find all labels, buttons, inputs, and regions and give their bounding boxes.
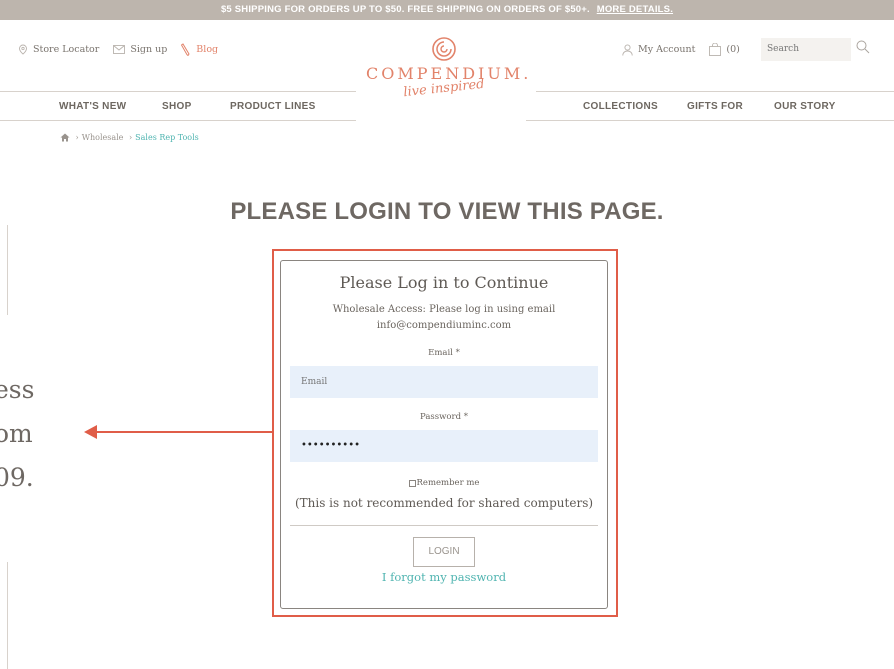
utility-nav-left: Store Locator Sign up Blog: [18, 43, 218, 56]
shopping-bag-icon: [709, 43, 722, 56]
breadcrumb: › Wholesale › Sales Rep Tools: [60, 133, 199, 142]
nav-whats-new[interactable]: WHAT'S NEW: [59, 101, 126, 112]
login-button[interactable]: LOGIN: [413, 537, 475, 567]
cart-link[interactable]: (0): [709, 43, 740, 56]
sign-up-link[interactable]: Sign up: [113, 44, 167, 55]
login-description: Wholesale Access: Please log in using em…: [290, 302, 598, 334]
overlay-line-2: om: [0, 419, 33, 448]
remember-me-label: Remember me: [416, 478, 480, 488]
more-details-link[interactable]: MORE DETAILS.: [597, 4, 673, 15]
login-divider: [290, 525, 598, 526]
email-field[interactable]: [290, 366, 598, 398]
location-pin-icon: [19, 44, 27, 55]
banner-text: $5 SHIPPING FOR ORDERS UP TO $50. FREE S…: [220, 4, 590, 15]
header-rule-right: [536, 91, 894, 92]
breadcrumb-separator: ›: [126, 133, 133, 142]
arrow-left-icon: [84, 425, 272, 439]
page-title: PLEASE LOGIN TO VIEW THIS PAGE.: [230, 198, 664, 225]
header-rule-left: [0, 91, 356, 92]
blog-link[interactable]: Blog: [181, 43, 218, 56]
overlay-line-1: ess: [0, 375, 35, 404]
my-account-label: My Account: [638, 44, 696, 55]
password-label: Password *: [420, 412, 468, 422]
password-field[interactable]: ••••••••••: [290, 430, 598, 462]
overlay-text-block: ess om 09.: [0, 368, 34, 500]
nav-our-story[interactable]: OUR STORY: [774, 101, 836, 112]
sign-up-label: Sign up: [130, 44, 168, 55]
breadcrumb-current: Sales Rep Tools: [135, 133, 199, 142]
breadcrumb-separator: ›: [73, 133, 79, 142]
shipping-banner: $5 SHIPPING FOR ORDERS UP TO $50. FREE S…: [0, 0, 894, 20]
utility-nav-right: My Account (0): [622, 43, 740, 56]
nav-shop[interactable]: SHOP: [162, 101, 192, 112]
breadcrumb-wholesale[interactable]: Wholesale: [82, 133, 124, 142]
email-label: Email *: [428, 348, 460, 358]
remember-me-checkbox[interactable]: [408, 479, 416, 487]
side-rule-top: [7, 225, 8, 315]
shared-computer-note: (This is not recommended for shared comp…: [294, 496, 594, 510]
remember-me-row[interactable]: Remember me: [290, 478, 598, 488]
login-title: Please Log in to Continue: [339, 273, 549, 292]
forgot-password-link[interactable]: I forgot my password: [290, 570, 598, 584]
store-locator-label: Store Locator: [33, 44, 100, 55]
nav-rule-left: [0, 120, 356, 121]
user-icon: [622, 43, 633, 56]
side-rule-bottom: [7, 562, 8, 669]
compendium-logo[interactable]: COMPENDIUM. live inspired: [366, 36, 528, 120]
search-icon[interactable]: [856, 40, 870, 54]
envelope-icon: [113, 45, 126, 54]
overlay-line-3: 09.: [0, 463, 34, 492]
login-desc-email: info@compendiuminc.com: [376, 320, 512, 331]
blog-label: Blog: [196, 44, 219, 55]
cart-count: (0): [726, 44, 740, 55]
nav-collections[interactable]: COLLECTIONS: [583, 101, 658, 112]
nav-product-lines[interactable]: PRODUCT LINES: [230, 101, 316, 112]
home-icon[interactable]: [60, 133, 70, 142]
login-desc-line-1: Wholesale Access: Please log in using em…: [332, 304, 556, 315]
my-account-link[interactable]: My Account: [622, 43, 696, 56]
nav-gifts-for[interactable]: GIFTS FOR: [687, 101, 743, 112]
pencil-icon: [181, 43, 190, 56]
store-locator-link[interactable]: Store Locator: [18, 44, 99, 55]
swirl-logo-icon: [432, 37, 456, 61]
nav-rule-right: [526, 120, 894, 121]
search-input[interactable]: [761, 38, 851, 61]
